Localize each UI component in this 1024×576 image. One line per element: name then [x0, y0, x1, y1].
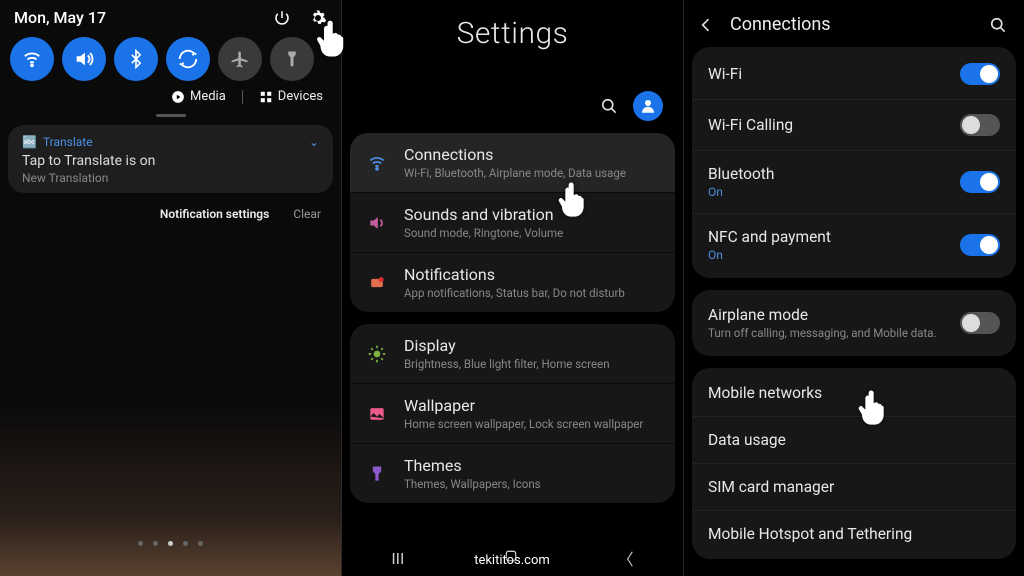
settings-screen: Settings Connections Wi-Fi, Bluetooth, A…: [341, 0, 683, 576]
item-title: Sounds and vibration: [404, 205, 661, 224]
notif-icon: [364, 273, 390, 293]
connection-row[interactable]: Bluetooth On: [692, 150, 1016, 213]
gear-icon[interactable]: [309, 9, 327, 27]
item-title: Notifications: [404, 265, 661, 284]
pager-dots: [0, 541, 341, 546]
quick-settings-row: [0, 33, 341, 87]
recents-button[interactable]: III: [391, 549, 404, 568]
connection-row[interactable]: Airplane mode Turn off calling, messaging…: [692, 292, 1016, 354]
connections-group: Airplane mode Turn off calling, messaging…: [692, 290, 1016, 356]
toggle-switch[interactable]: [960, 114, 1000, 136]
qs-airplane[interactable]: [218, 37, 262, 81]
item-title: Connections: [404, 145, 661, 164]
settings-item-wallpaper[interactable]: Wallpaper Home screen wallpaper, Lock sc…: [350, 383, 675, 443]
display-icon: [364, 344, 390, 364]
settings-item-display[interactable]: Display Brightness, Blue light filter, H…: [350, 324, 675, 383]
item-title: Display: [404, 336, 661, 355]
settings-item-notifications[interactable]: Notifications App notifications, Status …: [350, 252, 675, 312]
connection-row[interactable]: SIM card manager: [692, 463, 1016, 510]
clear-button[interactable]: Clear: [293, 207, 321, 221]
connections-group: Mobile networks Data usage SIM card manage…: [692, 368, 1016, 559]
devices-button[interactable]: Devices: [259, 89, 323, 104]
toggle-switch[interactable]: [960, 63, 1000, 85]
settings-item-connections[interactable]: Connections Wi-Fi, Bluetooth, Airplane m…: [350, 133, 675, 192]
item-title: Themes: [404, 456, 661, 475]
back-icon[interactable]: [696, 15, 716, 35]
row-status: On: [708, 185, 774, 199]
settings-item-themes[interactable]: Themes Themes, Wallpapers, Icons: [350, 443, 675, 503]
toggle-switch[interactable]: [960, 171, 1000, 193]
item-sub: Brightness, Blue light filter, Home scre…: [404, 357, 661, 371]
watermark: tekititos.com: [474, 553, 550, 568]
qs-bluetooth[interactable]: [114, 37, 158, 81]
row-title: Wi-Fi: [708, 65, 742, 83]
settings-group: Display Brightness, Blue light filter, H…: [350, 324, 675, 503]
row-title: NFC and payment: [708, 228, 831, 246]
wallpaper-icon: [364, 404, 390, 424]
connection-row[interactable]: Wi-Fi Calling: [692, 99, 1016, 150]
themes-icon: [364, 464, 390, 484]
account-avatar[interactable]: [633, 91, 663, 121]
notif-sub: New Translation: [22, 171, 319, 185]
wifi-icon: [364, 153, 390, 173]
devices-label: Devices: [278, 89, 323, 104]
sound-icon: [364, 213, 390, 233]
notif-title: Tap to Translate is on: [22, 153, 319, 169]
connection-row[interactable]: Mobile networks: [692, 370, 1016, 416]
item-sub: App notifications, Status bar, Do not di…: [404, 286, 661, 300]
qs-rotate[interactable]: [166, 37, 210, 81]
connections-title: Connections: [730, 14, 974, 35]
connection-row[interactable]: Wi-Fi: [692, 49, 1016, 99]
item-sub: Wi-Fi, Bluetooth, Airplane mode, Data us…: [404, 166, 661, 180]
row-title: Mobile networks: [708, 384, 822, 402]
quick-settings-panel: Mon, May 17 Media Devices: [0, 0, 341, 576]
media-output-button[interactable]: Media: [171, 89, 226, 104]
toggle-switch[interactable]: [960, 234, 1000, 256]
row-title: SIM card manager: [708, 478, 834, 496]
qs-flashlight[interactable]: [270, 37, 314, 81]
qs-wifi[interactable]: [10, 37, 54, 81]
notification-settings-link[interactable]: Notification settings: [160, 207, 269, 221]
connection-row[interactable]: Data usage: [692, 416, 1016, 463]
row-status: On: [708, 248, 831, 262]
item-sub: Sound mode, Ringtone, Volume: [404, 226, 661, 240]
search-icon[interactable]: [988, 15, 1008, 35]
search-icon[interactable]: [599, 96, 619, 116]
item-title: Wallpaper: [404, 396, 661, 415]
power-icon[interactable]: [273, 9, 291, 27]
qs-sound[interactable]: [62, 37, 106, 81]
row-title: Bluetooth: [708, 165, 774, 183]
date-label: Mon, May 17: [14, 8, 106, 27]
notif-app: Translate: [43, 135, 93, 149]
connection-row[interactable]: NFC and payment On: [692, 213, 1016, 276]
drag-handle[interactable]: [156, 114, 186, 117]
item-sub: Themes, Wallpapers, Icons: [404, 477, 661, 491]
chevron-down-icon[interactable]: ⌄: [309, 135, 319, 149]
row-desc: Turn off calling, messaging, and Mobile …: [708, 326, 937, 340]
settings-item-sounds[interactable]: Sounds and vibration Sound mode, Rington…: [350, 192, 675, 252]
back-button[interactable]: 〈: [618, 546, 634, 570]
translate-icon: 🔤: [22, 135, 37, 149]
notification-card[interactable]: 🔤 Translate ⌄ Tap to Translate is on New…: [8, 125, 333, 193]
row-title: Mobile Hotspot and Tethering: [708, 525, 912, 543]
toggle-switch[interactable]: [960, 312, 1000, 334]
item-sub: Home screen wallpaper, Lock screen wallp…: [404, 417, 661, 431]
row-title: Data usage: [708, 431, 786, 449]
settings-group: Connections Wi-Fi, Bluetooth, Airplane m…: [350, 133, 675, 312]
connection-row[interactable]: Mobile Hotspot and Tethering: [692, 510, 1016, 557]
media-label: Media: [190, 89, 226, 104]
row-title: Wi-Fi Calling: [708, 116, 793, 134]
row-title: Airplane mode: [708, 306, 937, 324]
connections-group: Wi-FiWi-Fi CallingBluetoothOnNFC and pay…: [692, 47, 1016, 278]
connections-screen: Connections Wi-Fi Wi-Fi Calling Bluetooth O…: [683, 0, 1024, 576]
settings-heading: Settings: [342, 0, 683, 91]
